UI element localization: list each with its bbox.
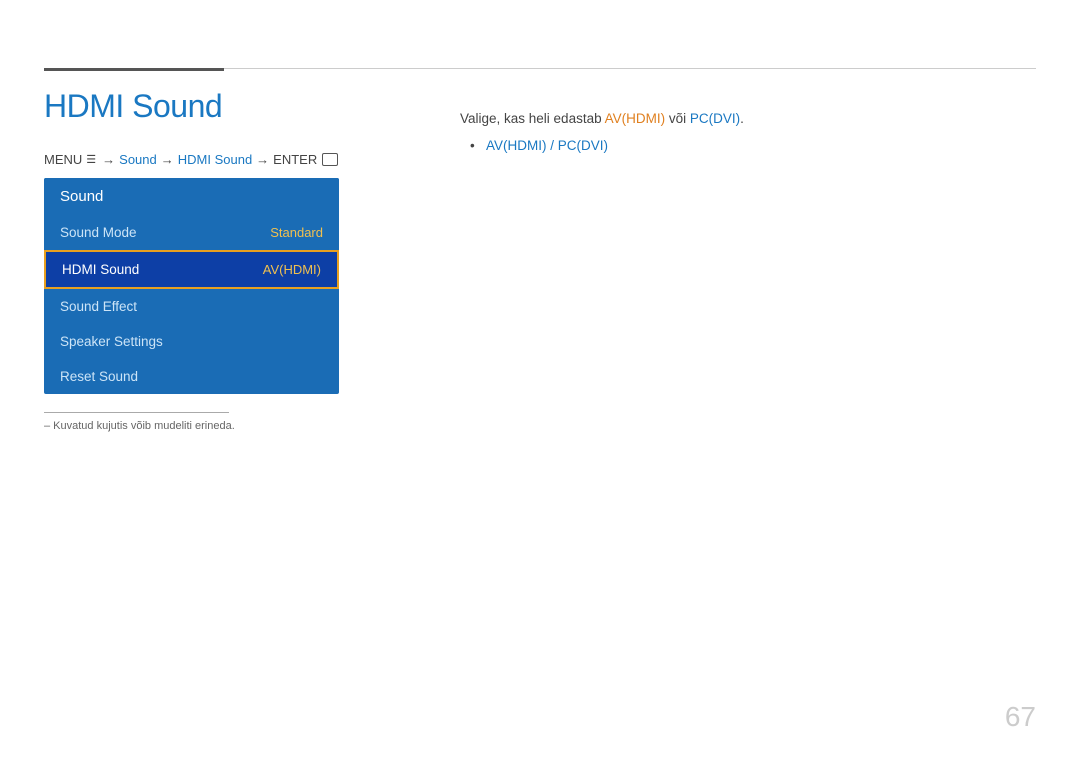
breadcrumb-sound: Sound — [119, 152, 157, 167]
sound-menu-panel: Sound Sound Mode Standard HDMI Sound AV(… — [44, 178, 339, 394]
menu-item-hdmi-sound[interactable]: HDMI Sound AV(HDMI) — [44, 250, 339, 289]
breadcrumb-arrow-2: → — [161, 152, 174, 167]
description-paragraph: Valige, kas heli edastab AV(HDMI) või PC… — [460, 108, 1036, 130]
breadcrumb-menu: MENU — [44, 152, 82, 167]
page-title: HDMI Sound — [44, 88, 222, 125]
description-highlight-pc: PC(DVI) — [690, 111, 740, 126]
sound-mode-value: Standard — [270, 225, 323, 240]
description-text-after: . — [740, 111, 744, 126]
description-area: Valige, kas heli edastab AV(HDMI) või PC… — [460, 108, 1036, 153]
speaker-settings-label: Speaker Settings — [60, 334, 163, 349]
description-highlight-av: AV(HDMI) — [605, 111, 666, 126]
menu-item-speaker-settings[interactable]: Speaker Settings — [44, 324, 339, 359]
description-text-before: Valige, kas heli edastab — [460, 111, 605, 126]
sound-effect-label: Sound Effect — [60, 299, 137, 314]
page-number: 67 — [1005, 701, 1036, 733]
bullet-item-text: AV(HDMI) / PC(DVI) — [486, 138, 608, 153]
breadcrumb: MENU ☰ → Sound → HDMI Sound → ENTER — [44, 152, 338, 167]
menu-item-sound-effect[interactable]: Sound Effect — [44, 289, 339, 324]
breadcrumb-enter: ENTER — [273, 152, 317, 167]
bullet-item-av-pc: AV(HDMI) / PC(DVI) — [470, 138, 1036, 153]
sound-mode-label: Sound Mode — [60, 225, 137, 240]
hdmi-sound-value: AV(HDMI) — [263, 262, 321, 277]
top-accent-line — [44, 68, 224, 71]
breadcrumb-hdmi-sound: HDMI Sound — [178, 152, 252, 167]
menu-icon: ☰ — [86, 153, 96, 166]
breadcrumb-arrow-1: → — [102, 152, 115, 167]
menu-header: Sound — [44, 178, 339, 215]
description-bullet-list: AV(HDMI) / PC(DVI) — [460, 138, 1036, 153]
footnote-divider — [44, 412, 229, 413]
menu-item-sound-mode[interactable]: Sound Mode Standard — [44, 215, 339, 250]
description-text-middle: või — [665, 111, 690, 126]
menu-item-reset-sound[interactable]: Reset Sound — [44, 359, 339, 394]
enter-icon — [322, 153, 338, 166]
breadcrumb-arrow-3: → — [256, 152, 269, 167]
footnote: – Kuvatud kujutis võib mudeliti erineda. — [44, 420, 235, 432]
reset-sound-label: Reset Sound — [60, 369, 138, 384]
hdmi-sound-label: HDMI Sound — [62, 262, 139, 277]
